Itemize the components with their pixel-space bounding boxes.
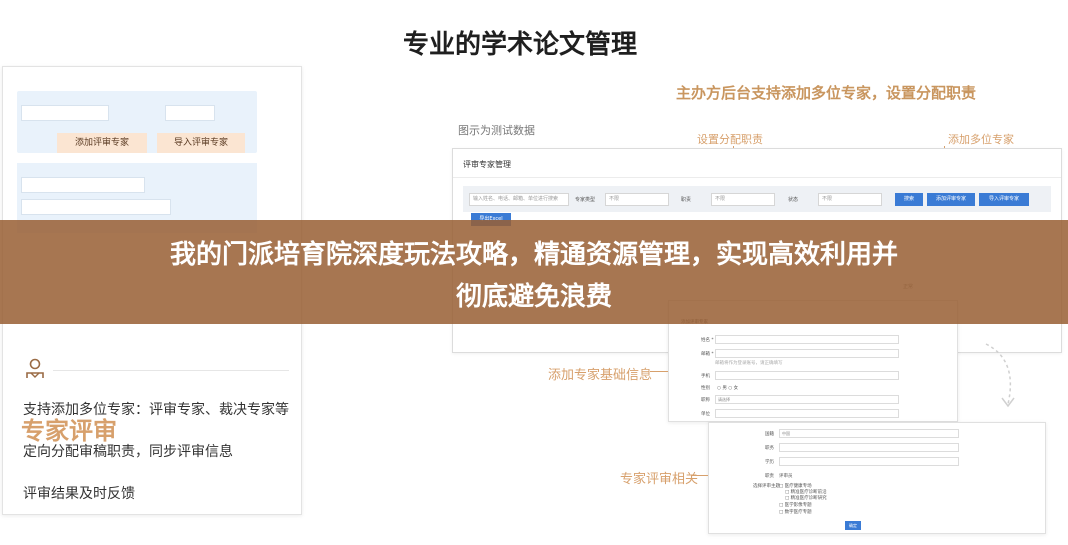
search-button[interactable]: 搜索 [895, 193, 923, 206]
select-value: 不限 [609, 196, 620, 202]
field-label: 职责 [765, 474, 774, 479]
annotation-top: 主办方后台支持添加多位专家，设置分配职责 [676, 84, 977, 102]
connector-line [650, 371, 668, 372]
field-label: 职务 [765, 446, 774, 451]
import-reviewer-button[interactable]: 导入评审专家 [979, 193, 1029, 206]
divider [453, 177, 1061, 178]
page-title: 专业的学术论文管理 [402, 30, 637, 60]
review-settings-form: 国籍 中国 职务 学历 职责 评审员 选择评审主题 □ 医疗健康专场 □ 精准医… [708, 422, 1046, 534]
field-label: 姓名 * [701, 338, 714, 343]
annotation-assign: 设置分配职责 [697, 133, 763, 146]
window-title: 评审专家管理 [463, 160, 511, 169]
feature-line: 定向分配审稿职责，同步评审信息 [23, 444, 233, 460]
role-select[interactable]: 不限 [711, 193, 775, 206]
field-label: 职称 [701, 398, 710, 403]
search-input[interactable]: 输入姓名、电话、邮箱、单位进行搜索 [469, 193, 569, 206]
button-panel: 添加评审专家 导入评审专家 [17, 91, 257, 153]
banner-line-2: 彻底避免浪费 [455, 282, 612, 312]
country-select[interactable]: 中国 [779, 429, 959, 438]
role-checkbox[interactable]: 评审员 [779, 473, 793, 479]
page-root: 专业的学术论文管理 添加评审专家 导入评审专家 专家评审 支持添加多位专家：评审… [0, 0, 1068, 545]
field-label: 单位 [701, 412, 710, 417]
mock-input [21, 105, 109, 121]
select-value: 不限 [822, 196, 833, 202]
topic-option[interactable]: □ 数字医疗专题 [779, 509, 812, 515]
topic-option[interactable]: □ 医学影像专题 [779, 502, 812, 508]
title-select[interactable]: 请选择 [715, 395, 899, 404]
curved-arrow-icon [985, 343, 1015, 408]
field-label: 性别 [701, 386, 710, 391]
feature-line: 支持添加多位专家：评审专家、裁决专家等 [23, 402, 289, 418]
divider [53, 370, 289, 371]
status-select[interactable]: 不限 [818, 193, 882, 206]
field-label: 国籍 [765, 432, 774, 437]
add-reviewer-button[interactable]: 添加评审专家 [927, 193, 975, 206]
field-label: 选择评审主题 [753, 484, 780, 489]
field-label: 学历 [765, 460, 774, 465]
field-label: 手机 [701, 374, 710, 379]
connector-line [692, 475, 708, 476]
topic-option[interactable]: □ 精准医疗诊断研究 [785, 495, 827, 501]
select-value: 请选择 [718, 397, 730, 402]
select-value: 不限 [715, 196, 726, 202]
name-field[interactable] [715, 335, 899, 344]
annotation-basic-info: 添加专家基础信息 [548, 368, 653, 383]
phone-field[interactable] [715, 371, 899, 380]
feature-line: 评审结果及时反馈 [23, 486, 135, 502]
position-field[interactable] [779, 443, 959, 452]
mock-input [21, 199, 171, 215]
type-select[interactable]: 不限 [605, 193, 669, 206]
confirm-button[interactable]: 确定 [845, 521, 861, 530]
org-field[interactable] [715, 409, 899, 418]
gender-radio[interactable]: ○ 男 ○ 女 [717, 385, 738, 391]
field-label: 邮箱 * [701, 352, 714, 357]
annotation-review: 专家评审相关 [620, 472, 699, 487]
filter-label: 专家类型 [575, 197, 596, 203]
education-field[interactable] [779, 457, 959, 466]
email-field[interactable] [715, 349, 899, 358]
headline-banner: 我的门派培育院深度玩法攻略，精通资源管理，实现高效利用并 彻底避免浪费 [0, 220, 1068, 324]
filter-label: 职责 [681, 197, 692, 203]
banner-line-1: 我的门派培育院深度玩法攻略，精通资源管理，实现高效利用并 [169, 240, 898, 270]
mock-input [21, 177, 145, 193]
email-hint: 邮箱将作为登录账号，请正确填写 [715, 361, 783, 366]
test-data-note: 图示为测试数据 [458, 124, 535, 137]
select-value: 中国 [782, 431, 790, 436]
filter-label: 状态 [788, 197, 799, 203]
expert-icon [23, 357, 47, 381]
annotation-add-multi: 添加多位专家 [948, 133, 1014, 146]
filter-bar: 输入姓名、电话、邮箱、单位进行搜索 专家类型 不限 职责 不限 状态 不限 搜索… [463, 186, 1051, 212]
import-reviewer-button[interactable]: 导入评审专家 [157, 133, 245, 153]
mock-input [165, 105, 215, 121]
add-reviewer-button[interactable]: 添加评审专家 [57, 133, 147, 153]
